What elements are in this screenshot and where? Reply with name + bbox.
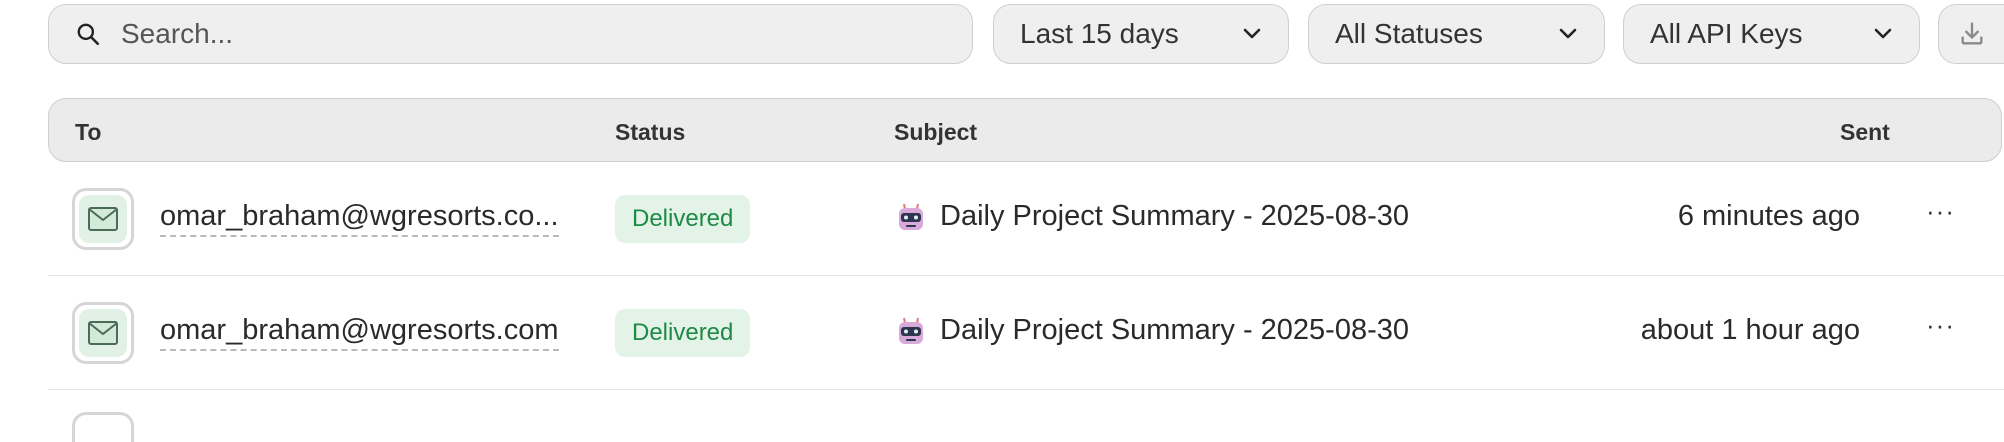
column-header-subject: Subject (894, 119, 978, 145)
chevron-down-icon (1874, 28, 1892, 39)
more-icon[interactable]: ··· (1926, 196, 1955, 227)
subject-cell[interactable]: Daily Project Summary - 2025-08-30 (896, 200, 1409, 233)
recipient-email[interactable]: omar_braham@wgresorts.co... (160, 200, 559, 237)
table-row[interactable]: omar_braham@wgresorts.com Delivered Dail… (48, 276, 2004, 390)
status-badge: Delivered (615, 195, 751, 243)
status-value: All Statuses (1335, 18, 1483, 49)
download-icon (1961, 22, 1982, 45)
table-header: To Status Subject Sent (48, 98, 2002, 162)
recipient-email[interactable]: omar_braham@wgresorts.com (160, 314, 559, 351)
api-key-select[interactable]: All API Keys (1623, 4, 1920, 64)
date-range-value: Last 15 days (1020, 18, 1179, 49)
subject-text: Daily Project Summary - 2025-08-30 (940, 314, 1410, 346)
email-avatar (72, 412, 134, 442)
api-key-value: All API Keys (1650, 18, 1803, 49)
status-badge-label: Delivered (632, 205, 734, 232)
status-select[interactable]: All Statuses (1308, 4, 1605, 64)
status-badge: Delivered (615, 309, 751, 357)
chevron-down-icon (1243, 28, 1261, 39)
more-icon[interactable]: ··· (1926, 310, 1955, 341)
robot-icon (899, 317, 923, 344)
mail-icon (88, 321, 118, 345)
mail-icon (88, 207, 118, 231)
column-header-sent: Sent (1840, 119, 1890, 145)
subject-cell[interactable]: Daily Project Summary - 2025-08-30 (896, 314, 1409, 347)
search-icon (77, 23, 100, 46)
export-button[interactable] (1938, 4, 2004, 64)
date-range-select[interactable]: Last 15 days (993, 4, 1289, 64)
subject-text: Daily Project Summary - 2025-08-30 (940, 200, 1410, 232)
chevron-down-icon (1559, 28, 1577, 39)
email-avatar (72, 302, 134, 364)
sent-time: 6 minutes ago (1677, 200, 1860, 232)
column-header-to: To (75, 119, 102, 145)
robot-icon (899, 203, 923, 230)
table-row[interactable]: omar_braham@wgresorts.co... Delivered Da… (48, 162, 2004, 276)
email-avatar (72, 188, 134, 250)
status-badge-label: Delivered (632, 319, 734, 346)
filter-toolbar: Last 15 days All Statuses All API Keys (48, 4, 2004, 66)
search-box[interactable] (48, 4, 973, 64)
sent-time: about 1 hour ago (1640, 314, 1860, 346)
column-header-status: Status (615, 119, 686, 145)
search-input[interactable] (119, 17, 903, 51)
